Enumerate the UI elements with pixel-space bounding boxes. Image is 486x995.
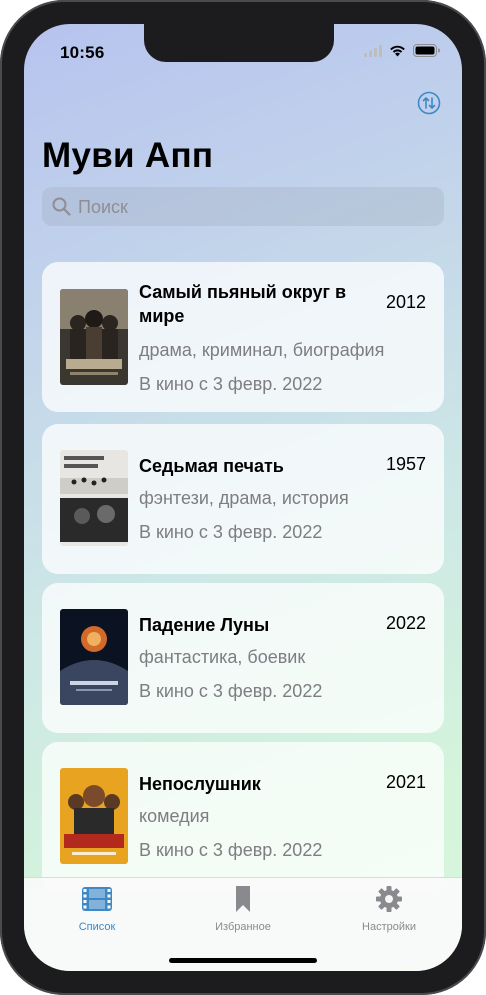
gear-icon — [376, 886, 402, 912]
movie-poster — [60, 768, 128, 864]
tab-label: Список — [78, 921, 116, 933]
movie-poster — [60, 609, 128, 705]
movie-release: В кино с 3 февр. 2022 — [139, 522, 323, 542]
film-icon — [82, 887, 112, 911]
movie-poster — [60, 450, 128, 546]
movie-title: Самый пьяный округ в мире — [139, 282, 347, 326]
movie-card[interactable]: Непослушник 2021 комедия В кино с 3 февр… — [42, 742, 444, 892]
movie-genres: драма, криминал, биография — [139, 340, 385, 360]
movie-release: В кино с 3 февр. 2022 — [139, 681, 323, 701]
tab-favorites[interactable]: Избранное — [170, 886, 316, 933]
movie-year: 2022 — [385, 613, 426, 633]
notch — [144, 24, 334, 62]
home-indicator — [169, 958, 317, 963]
tab-label: Избранное — [215, 921, 271, 933]
movie-genres: фэнтези, драма, история — [139, 488, 349, 508]
tab-settings[interactable]: Настройки — [316, 886, 462, 933]
movie-card[interactable]: Седьмая печать 1957 фэнтези, драма, исто… — [42, 424, 444, 574]
movie-release: В кино с 3 февр. 2022 — [139, 840, 323, 860]
status-time: 10:56 — [60, 43, 105, 62]
search-icon — [52, 197, 71, 216]
movie-title: Седьмая печать — [139, 456, 284, 476]
movie-genres: комедия — [139, 806, 210, 826]
movie-card[interactable]: Самый пьяный округ в мире 2012 драма, кр… — [42, 262, 444, 412]
tab-list[interactable]: Список — [24, 886, 170, 933]
movie-genres: фантастика, боевик — [139, 647, 306, 667]
page-title: Муви Апп — [42, 136, 214, 175]
search-bar[interactable] — [42, 187, 444, 228]
tab-bar: Список Избранное Настройки — [24, 877, 462, 971]
movie-year: 2012 — [385, 292, 426, 312]
movie-title: Падение Луны — [139, 615, 270, 635]
status-icons — [364, 44, 440, 57]
search-input[interactable] — [76, 187, 430, 228]
cellular-signal-icon — [364, 44, 382, 57]
movie-poster — [60, 289, 128, 385]
sort-icon[interactable] — [417, 91, 441, 115]
tab-label: Настройки — [362, 921, 416, 933]
movie-card[interactable]: Падение Луны 2022 фантастика, боевик В к… — [42, 583, 444, 733]
device-frame: 10:56 Муви Апп Поиск Самый пьяный округ … — [0, 0, 486, 995]
movie-year: 1957 — [385, 454, 426, 474]
bookmark-icon — [236, 886, 250, 912]
movie-release: В кино с 3 февр. 2022 — [139, 374, 323, 394]
movie-year: 2021 — [385, 772, 426, 792]
movie-title: Непослушник — [139, 774, 261, 794]
battery-icon — [413, 44, 440, 57]
app-screen: 10:56 Муви Апп Поиск Самый пьяный округ … — [24, 24, 462, 971]
wifi-icon — [390, 45, 405, 57]
